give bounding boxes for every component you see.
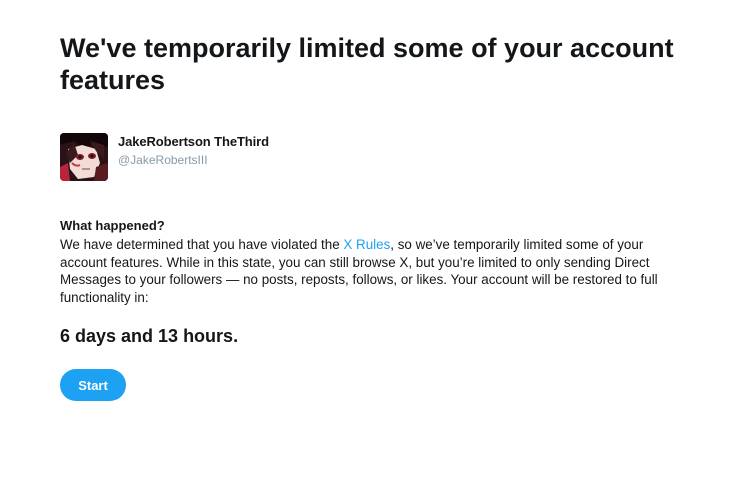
account-names: JakeRobertson TheThird @JakeRobertsIII [118, 133, 269, 168]
display-name: JakeRobertson TheThird [118, 134, 269, 149]
anime-character-avatar-icon [60, 133, 108, 181]
limited-account-page: We've temporarily limited some of your a… [0, 0, 749, 497]
page-title: We've temporarily limited some of your a… [60, 33, 674, 95]
account-card: JakeRobertson TheThird @JakeRobertsIII [60, 133, 269, 181]
what-happened-heading: What happened? [60, 218, 165, 233]
what-happened-text: We have determined that you have violate… [60, 236, 660, 306]
account-handle: @JakeRobertsIII [118, 153, 208, 167]
notice-text-start: We have determined that you have violate… [60, 237, 344, 252]
what-happened-section: What happened? We have determined that y… [60, 217, 660, 306]
x-rules-link[interactable]: X Rules [343, 237, 390, 252]
start-button[interactable]: Start [60, 369, 126, 401]
restriction-countdown: 6 days and 13 hours. [60, 326, 239, 346]
avatar [60, 133, 108, 181]
